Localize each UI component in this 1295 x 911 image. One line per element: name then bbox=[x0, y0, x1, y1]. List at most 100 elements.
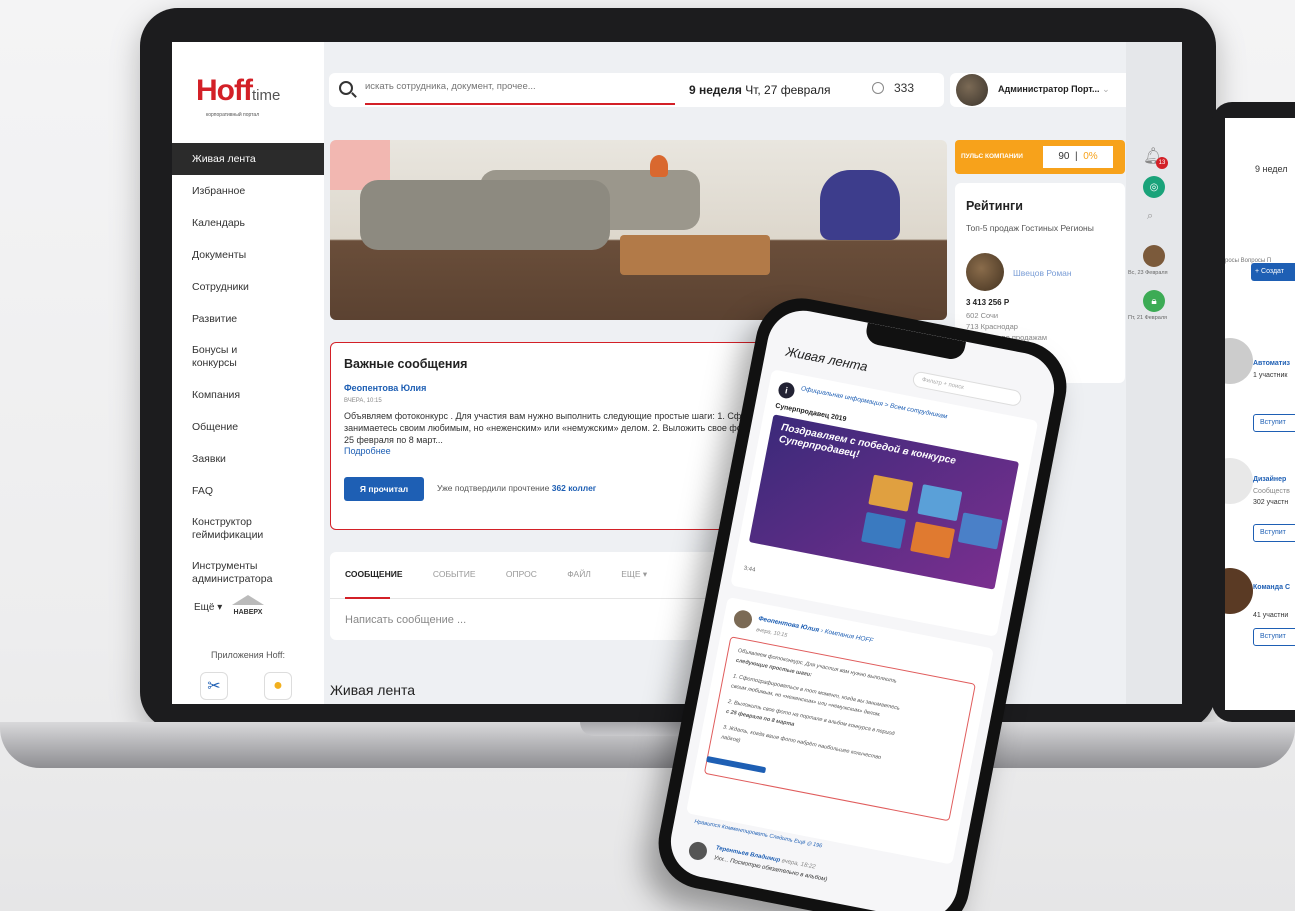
message-author[interactable]: Феопентова Юлия bbox=[344, 383, 426, 393]
banner-chair bbox=[820, 170, 900, 240]
sidebar-item-communication[interactable]: Общение bbox=[172, 411, 324, 443]
online-counter[interactable]: 333 bbox=[872, 81, 914, 95]
avatar bbox=[1225, 568, 1253, 614]
sidebar-item-admin-tools[interactable]: Инструменты администратора bbox=[172, 551, 302, 595]
avatar bbox=[956, 74, 988, 106]
join-button[interactable]: Вступит bbox=[1253, 414, 1295, 432]
sidebar-item-calendar[interactable]: Календарь bbox=[172, 207, 324, 239]
group-name[interactable]: Дизайнер bbox=[1253, 476, 1286, 483]
avatar bbox=[687, 840, 709, 862]
contest-poster[interactable]: Поздравляем с победой в конкурсе Суперпр… bbox=[748, 414, 1020, 590]
rating-line: 602 Сочи bbox=[966, 311, 999, 320]
search-underline bbox=[365, 103, 675, 105]
sidebar-item-requests[interactable]: Заявки bbox=[172, 443, 324, 475]
sidebar-more-button[interactable]: Ещё ▾ bbox=[194, 602, 222, 613]
tab-more[interactable]: ЕЩЕ ▾ bbox=[621, 569, 647, 580]
rating-person[interactable]: Швецов Роман bbox=[1013, 268, 1072, 278]
phone-post: Феопентова Юлия › Компания HOFF вчера, 1… bbox=[685, 596, 994, 865]
group-members: 1 участник bbox=[1253, 372, 1288, 379]
tab-file[interactable]: ФАЙЛ bbox=[567, 569, 591, 579]
poster-photo bbox=[861, 511, 907, 549]
poster-photo bbox=[910, 521, 956, 559]
tab-poll[interactable]: ОПРОС bbox=[506, 569, 537, 579]
post-footer: 3:44 bbox=[743, 565, 756, 574]
tab-message[interactable]: СООБЩЕНИЕ bbox=[345, 569, 403, 579]
notification-rail: 🔔︎ 13 ◎ ⌕ Вс, 23 Февраля 🔒︎ Пт, 21 Февра… bbox=[1126, 42, 1182, 704]
join-button[interactable]: Вступит bbox=[1253, 524, 1295, 542]
avatar bbox=[732, 608, 754, 630]
group-members: 41 участни bbox=[1253, 612, 1289, 619]
user-menu[interactable]: Администратор Порт... ⌄ bbox=[950, 73, 1132, 107]
logo-caption: корпоративный портал bbox=[206, 112, 260, 118]
scene: Hofftime корпоративный портал Живая лент… bbox=[0, 0, 1295, 911]
sidebar-item-gamification[interactable]: Конструктор геймификации bbox=[172, 507, 302, 551]
tablet-create-button[interactable]: + Создат bbox=[1251, 263, 1295, 281]
tablet-screen: 9 недел росы Вопросы П + Создат Автомати… bbox=[1225, 118, 1295, 710]
read-confirmation: Уже подтвердили прочтение 362 коллег bbox=[437, 483, 597, 493]
poster-photo bbox=[917, 484, 963, 522]
logo-main: Hoff bbox=[196, 74, 253, 107]
notification-badge: 13 bbox=[1156, 157, 1168, 169]
active-tab-indicator bbox=[345, 597, 390, 599]
sidebar-item-employees[interactable]: Сотрудники bbox=[172, 271, 324, 303]
current-date: Чт, 27 февраля bbox=[745, 83, 831, 97]
hoff-logo[interactable]: Hofftime корпоративный портал bbox=[196, 74, 280, 124]
rail-search-icon[interactable]: ⌕ bbox=[1147, 210, 1153, 223]
banner-table bbox=[620, 235, 770, 275]
sidebar-item-development[interactable]: Развитие bbox=[172, 303, 324, 335]
company-pulse[interactable]: ПУЛЬС КОМПАНИИ 90 | 0% bbox=[955, 140, 1125, 174]
important-title: Важные сообщения bbox=[344, 357, 468, 371]
post-date: вчера, 10:15 bbox=[755, 627, 788, 639]
avatar bbox=[1225, 338, 1253, 384]
message-input[interactable]: Написать сообщение ... bbox=[345, 614, 466, 626]
group-name[interactable]: Команда С bbox=[1253, 584, 1290, 591]
scissors-icon[interactable]: ✂ bbox=[200, 672, 228, 700]
pulse-label: ПУЛЬС КОМПАНИИ bbox=[961, 153, 1023, 160]
mark-read-button[interactable]: Я прочитал bbox=[344, 477, 424, 501]
date-display: 9 неделя Чт, 27 февраля bbox=[689, 83, 831, 97]
search-icon bbox=[339, 81, 353, 95]
week-number: 9 неделя bbox=[689, 83, 742, 97]
scroll-up-label: НАВЕРХ bbox=[233, 609, 263, 616]
apps-title: Приложения Hoff: bbox=[211, 650, 285, 660]
search-input[interactable] bbox=[365, 81, 665, 92]
tablet-week: 9 недел bbox=[1255, 164, 1288, 174]
rail-date: Пт, 21 Февраля bbox=[1128, 315, 1168, 321]
composer-tabs: СООБЩЕНИЕ СОБЫТИЕ ОПРОС ФАЙЛ ЕЩЕ ▾ bbox=[345, 569, 675, 580]
group-members: 302 участн bbox=[1253, 499, 1289, 506]
feed-title: Живая лента bbox=[330, 682, 416, 698]
rail-avatar[interactable] bbox=[1143, 245, 1165, 267]
sidebar-item-faq[interactable]: FAQ bbox=[172, 475, 324, 507]
user-online-icon bbox=[872, 82, 884, 94]
sidebar-item-live-feed[interactable]: Живая лента bbox=[172, 143, 324, 175]
message-time: ВЧЕРА, 10:15 bbox=[344, 398, 382, 404]
logo-sub: time bbox=[251, 87, 281, 104]
chat-icon[interactable]: ◎ bbox=[1143, 176, 1165, 198]
phone-post: i Официальная информация > Всем сотрудни… bbox=[730, 369, 1039, 637]
avatar[interactable] bbox=[966, 253, 1004, 291]
avatar bbox=[1225, 458, 1253, 504]
scroll-up-button[interactable]: НАВЕРХ bbox=[230, 595, 266, 616]
join-button[interactable]: Вступит bbox=[1253, 628, 1295, 646]
info-icon: i bbox=[777, 380, 796, 400]
lock-icon[interactable]: 🔒︎ bbox=[1143, 290, 1165, 312]
group-name[interactable]: Автоматиз bbox=[1253, 360, 1290, 367]
rating-line: 713 Краснодар bbox=[966, 322, 1018, 331]
banner-lamp bbox=[650, 155, 668, 177]
pulse-values: 90 | 0% bbox=[1043, 146, 1113, 168]
rating-subtitle: Топ-5 продаж Гостиных Регионы bbox=[966, 223, 1094, 233]
read-more-link[interactable]: Подробнее bbox=[344, 446, 391, 456]
hero-banner[interactable] bbox=[330, 140, 947, 320]
sidebar-item-bonuses[interactable]: Бонусы и конкурсы bbox=[172, 335, 262, 379]
sidebar-item-company[interactable]: Компания bbox=[172, 379, 324, 411]
pear-icon[interactable]: ● bbox=[264, 672, 292, 700]
sidebar-item-favorites[interactable]: Избранное bbox=[172, 175, 324, 207]
rating-sum: 3 413 256 Р bbox=[966, 298, 1010, 307]
group-members: Сообществ bbox=[1253, 488, 1290, 495]
banner-sofa bbox=[360, 180, 610, 250]
confirm-count: 362 коллег bbox=[551, 483, 597, 493]
sidebar-item-documents[interactable]: Документы bbox=[172, 239, 324, 271]
user-name: Администратор Порт... ⌄ bbox=[998, 84, 1110, 94]
tab-event[interactable]: СОБЫТИЕ bbox=[433, 569, 476, 579]
sidebar-menu: Живая лента Избранное Календарь Документ… bbox=[172, 143, 324, 595]
